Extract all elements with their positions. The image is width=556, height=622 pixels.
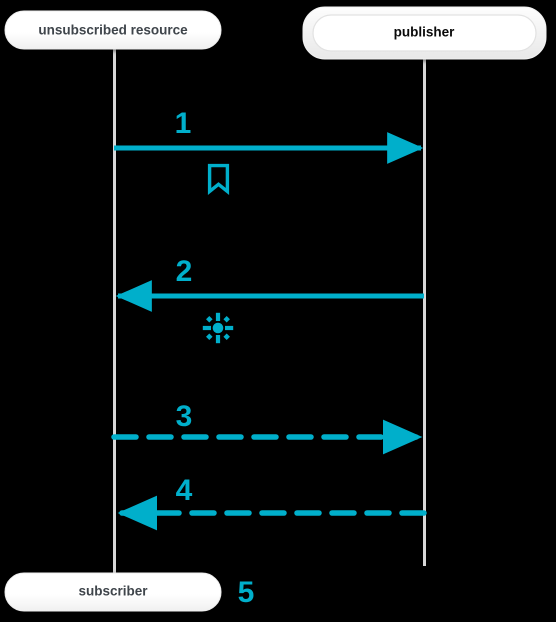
message-3[interactable]: 3 <box>114 400 420 437</box>
message-5-number: 5 <box>238 576 255 609</box>
node-subscriber-label: subscriber <box>78 584 148 599</box>
bookmark-icon <box>210 166 228 192</box>
message-3-number: 3 <box>176 400 193 433</box>
node-unsubscribed-resource[interactable]: unsubscribed resource <box>5 11 221 49</box>
node-publisher-label: publisher <box>394 25 456 40</box>
message-1[interactable]: 1 <box>114 107 421 192</box>
node-publisher[interactable]: publisher <box>303 7 546 59</box>
message-4-number: 4 <box>176 474 193 507</box>
sequence-diagram-canvas: 1 2 3 <box>0 0 556 622</box>
node-subscriber[interactable]: subscriber <box>5 573 221 611</box>
node-unsubscribed-resource-label: unsubscribed resource <box>38 23 188 38</box>
message-2-number: 2 <box>176 255 193 288</box>
message-1-number: 1 <box>175 107 192 140</box>
message-4[interactable]: 4 <box>120 474 424 513</box>
brightness-sun-icon <box>203 313 233 343</box>
message-5[interactable]: 5 <box>238 576 255 609</box>
sequence-diagram-svg: 1 2 3 <box>0 0 556 622</box>
message-2[interactable]: 2 <box>118 255 424 343</box>
lifelines <box>115 48 425 578</box>
